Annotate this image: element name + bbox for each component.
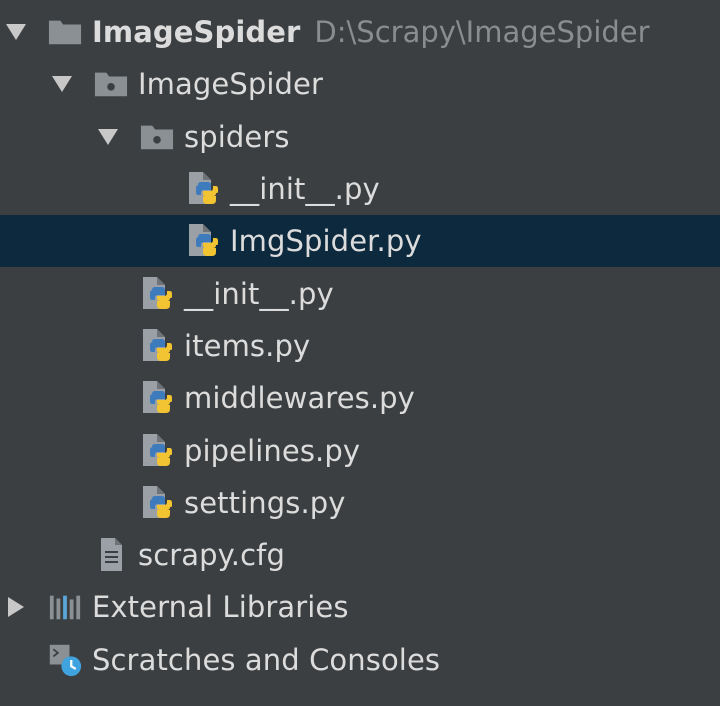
tree-row-file[interactable]: middlewares.py	[0, 372, 720, 424]
file-name: __init__.py	[184, 276, 334, 311]
file-name: items.py	[184, 328, 311, 363]
python-file-icon	[140, 485, 174, 520]
tree-row-package[interactable]: ImageSpider	[0, 58, 720, 110]
tree-row-external-libraries[interactable]: External Libraries	[0, 581, 720, 633]
triangle-down-icon[interactable]	[50, 72, 74, 96]
python-file-icon	[186, 224, 220, 258]
root-project-name: ImageSpider	[92, 15, 301, 50]
triangle-right-icon[interactable]	[4, 595, 28, 619]
root-project-path: D:\Scrapy\ImageSpider	[314, 15, 650, 50]
tree-row-scratches[interactable]: Scratches and Consoles	[0, 634, 720, 686]
python-file-icon	[140, 276, 174, 311]
scratches-label: Scratches and Consoles	[92, 642, 441, 677]
scratches-icon	[48, 643, 82, 677]
package-name: ImageSpider	[138, 67, 323, 102]
folder-icon	[48, 15, 82, 49]
tree-row-file[interactable]: settings.py	[0, 477, 720, 529]
triangle-down-icon[interactable]	[96, 125, 120, 149]
tree-row-config-file[interactable]: scrapy.cfg	[0, 529, 720, 581]
python-file-icon	[140, 381, 174, 415]
tree-row-file[interactable]: items.py	[0, 320, 720, 372]
text-file-icon	[94, 538, 128, 572]
tree-row-file-selected[interactable]: ImgSpider.py	[0, 215, 720, 268]
tree-row-file[interactable]: __init__.py	[0, 163, 720, 215]
file-name: settings.py	[184, 485, 346, 520]
file-name: middlewares.py	[184, 381, 415, 416]
libraries-icon	[48, 590, 82, 624]
file-name: pipelines.py	[184, 433, 361, 468]
spiders-folder-name: spiders	[184, 119, 290, 154]
package-folder-icon	[140, 120, 174, 154]
python-file-icon	[140, 328, 174, 363]
python-file-icon	[186, 172, 220, 206]
tree-row-file[interactable]: pipelines.py	[0, 424, 720, 476]
tree-row-root[interactable]: ImageSpider D:\Scrapy\ImageSpider	[0, 6, 720, 58]
external-libraries-label: External Libraries	[92, 590, 349, 625]
config-file-name: scrapy.cfg	[138, 538, 285, 573]
file-name: ImgSpider.py	[230, 224, 422, 259]
project-tree: ImageSpider D:\Scrapy\ImageSpider ImageS…	[0, 6, 720, 686]
package-folder-icon	[94, 67, 128, 101]
file-name: __init__.py	[230, 172, 380, 207]
python-file-icon	[140, 433, 174, 468]
triangle-down-icon[interactable]	[4, 20, 28, 44]
tree-row-spiders-folder[interactable]: spiders	[0, 111, 720, 163]
tree-row-file[interactable]: __init__.py	[0, 267, 720, 319]
